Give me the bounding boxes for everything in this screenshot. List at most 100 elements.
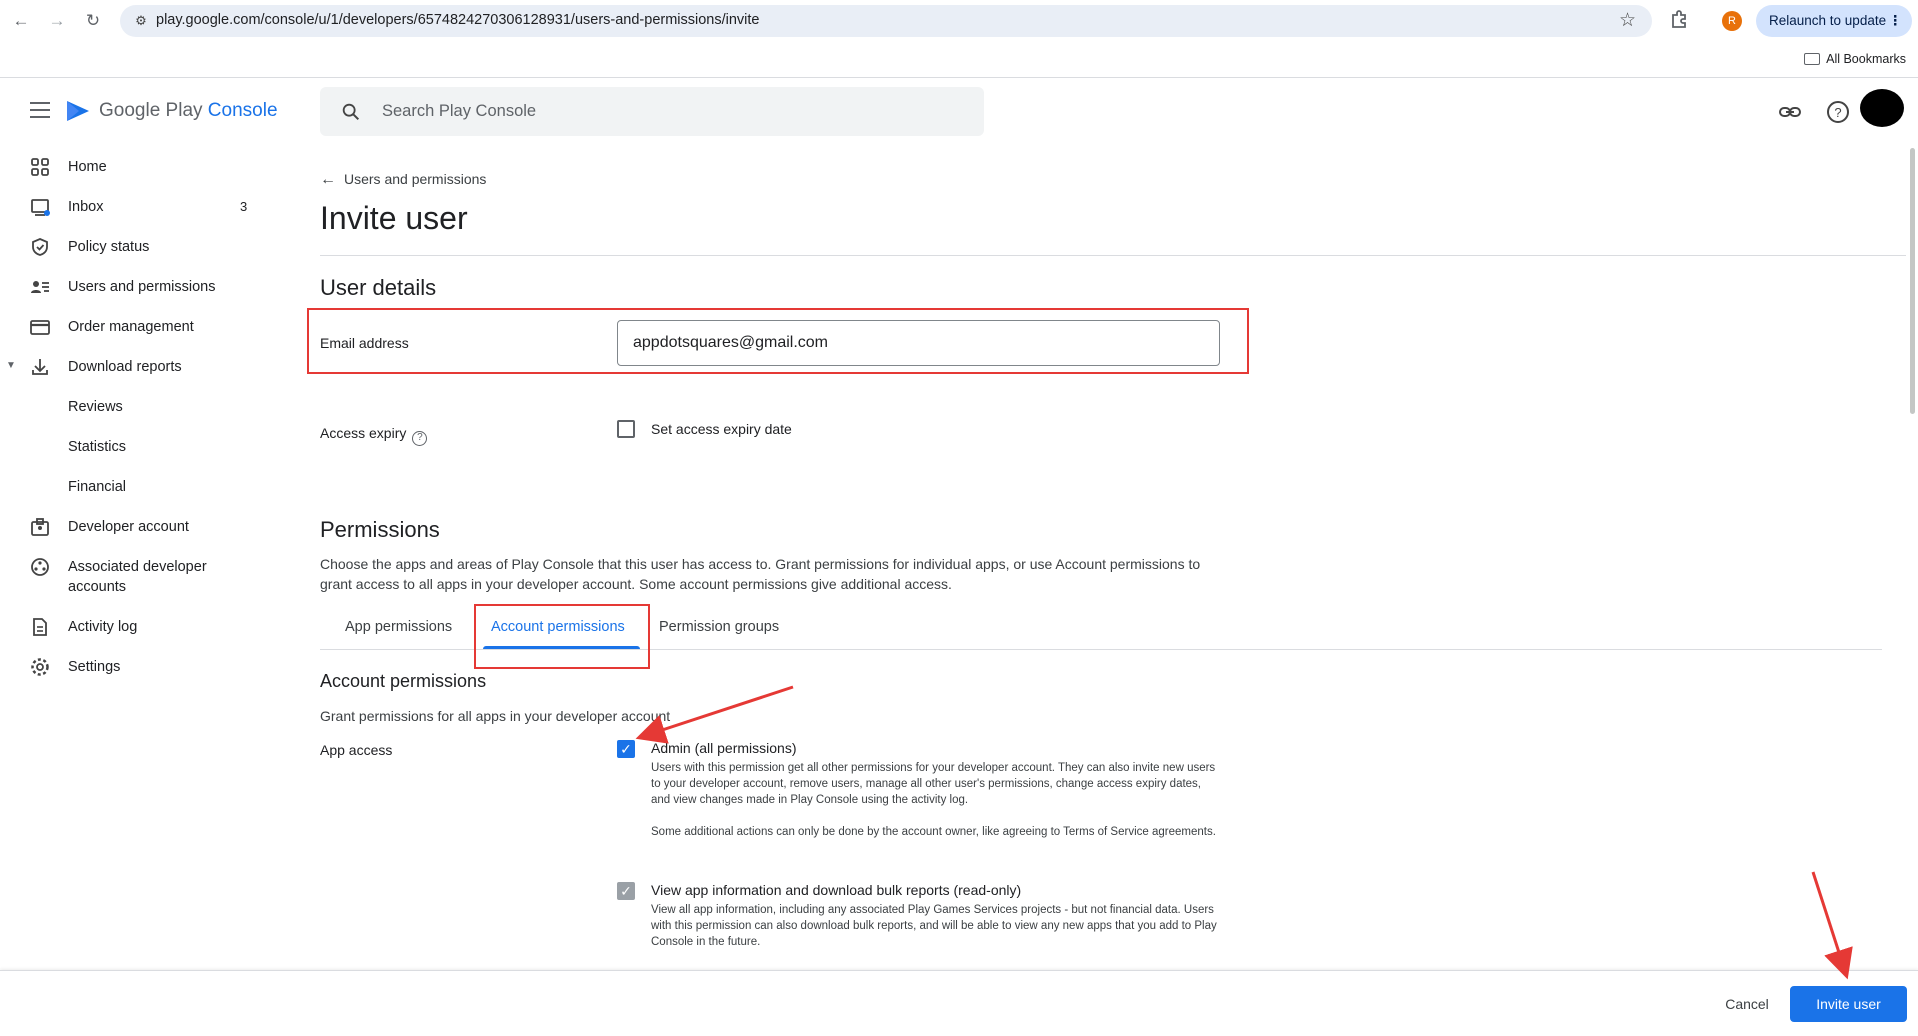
annotation-highlight-tab: [474, 604, 650, 669]
url-text: play.google.com/console/u/1/developers/6…: [156, 12, 760, 28]
help-circle-icon[interactable]: ?: [412, 431, 428, 446]
sidebar-item-label: Download reports: [68, 359, 182, 375]
google-play-console-logo[interactable]: Google Play Console: [65, 98, 278, 124]
sidebar-item-home[interactable]: Home: [0, 153, 260, 183]
extensions-icon[interactable]: [1668, 8, 1692, 32]
sidebar-item-label: Settings: [68, 659, 121, 675]
permissions-description: Choose the apps and areas of Play Consol…: [320, 556, 1201, 592]
profile-avatar[interactable]: R: [1722, 11, 1742, 31]
sidebar-item-users-and-permissions[interactable]: Users and permissions: [0, 273, 260, 303]
view-app-info-checkbox[interactable]: ✓: [617, 882, 635, 900]
user-details-heading: User details: [320, 275, 437, 300]
browser-toolbar: ← → ↻ ⚙ play.google.com/console/u/1/deve…: [0, 0, 1918, 42]
forward-arrow-icon[interactable]: →: [46, 10, 68, 32]
relaunch-button[interactable]: Relaunch to update ⋮: [1756, 5, 1912, 37]
sidebar-item-label: Order management: [68, 319, 194, 335]
sidebar-item-label: Policy status: [68, 239, 150, 255]
account-permissions-heading: Account permissions: [320, 671, 487, 691]
search-bar[interactable]: Search Play Console: [320, 87, 984, 136]
hub-icon: [31, 558, 49, 576]
admin-checkbox[interactable]: ✓: [617, 740, 635, 758]
account-avatar[interactable]: [1860, 89, 1904, 127]
email-label: Email address: [320, 335, 409, 351]
sidebar-item-label: Developer account: [68, 519, 189, 535]
folder-icon: [1804, 53, 1821, 65]
badge-icon: [31, 518, 49, 536]
sidebar-item-developer-account[interactable]: Developer account: [0, 513, 260, 543]
sidebar-item-statistics[interactable]: Statistics: [0, 433, 260, 463]
access-expiry-label-text: Access expiry: [320, 425, 407, 441]
inbox-count-badge: 3: [240, 199, 248, 214]
account-permissions-description: Grant permissions for all apps in your d…: [320, 708, 671, 724]
email-field[interactable]: appdotsquares@gmail.com: [617, 320, 1220, 366]
sidebar-item-label: Users and permissions: [68, 279, 216, 295]
sidebar-item-associated-developer-accounts[interactable]: Associated developer accounts: [0, 553, 260, 597]
back-to-users-link[interactable]: ← Users and permissions: [320, 171, 486, 189]
annotation-arrow-invite: [1811, 871, 1853, 980]
relaunch-label: Relaunch to update: [1769, 13, 1887, 28]
users-icon: [31, 281, 49, 293]
tab-app-permissions[interactable]: App permissions: [345, 619, 452, 635]
grid-icon: [31, 158, 49, 176]
bookmark-star-icon[interactable]: ☆: [1619, 9, 1636, 32]
access-expiry-label: Access expiry?: [320, 425, 428, 446]
sidebar-item-download-reports[interactable]: ▼ Download reports: [0, 353, 260, 383]
sidebar-item-label: Financial: [68, 479, 127, 495]
search-placeholder: Search Play Console: [382, 102, 537, 120]
sidebar-item-financial[interactable]: Financial: [0, 473, 260, 503]
scrollbar-thumb[interactable]: [1910, 148, 1915, 414]
bookmarks-bar: All Bookmarks: [0, 42, 1918, 78]
sidebar-item-label: Inbox: [68, 199, 104, 215]
back-link-label: Users and permissions: [344, 171, 487, 187]
sidebar-item-settings[interactable]: Settings: [0, 653, 260, 683]
search-icon: [342, 103, 360, 121]
divider: [320, 255, 1906, 256]
action-footer: [0, 970, 1918, 1036]
address-bar[interactable]: ⚙ play.google.com/console/u/1/developers…: [120, 5, 1652, 37]
admin-permission-title: Admin (all permissions): [651, 740, 797, 756]
annotation-arrows: [635, 685, 1853, 980]
tab-permission-groups[interactable]: Permission groups: [659, 619, 779, 635]
back-arrow-icon: ←: [320, 171, 336, 188]
shield-icon: [32, 238, 48, 256]
site-info-icon[interactable]: ⚙: [132, 12, 150, 30]
sidebar-item-label-line2: accounts: [68, 579, 127, 595]
link-icon[interactable]: [1777, 99, 1803, 125]
logo-console: Console: [207, 100, 278, 121]
app-access-label: App access: [320, 742, 393, 758]
access-expiry-checkbox[interactable]: [617, 420, 635, 438]
card-icon: [30, 320, 50, 335]
sidebar-item-label: Activity log: [68, 619, 138, 635]
sidebar-item-label: Home: [68, 159, 107, 175]
inbox-icon: [31, 199, 50, 216]
reload-icon[interactable]: ↻: [82, 10, 104, 32]
sidebar-item-label: Associated developer: [68, 559, 207, 575]
admin-permission-note: Some additional actions can only be done…: [651, 826, 1216, 838]
help-icon[interactable]: ?: [1825, 99, 1851, 125]
admin-permission-description: Users with this permission get all other…: [651, 762, 1216, 806]
sidebar-item-order-management[interactable]: Order management: [0, 313, 260, 343]
play-logo-icon: [67, 101, 89, 121]
sidebar-item-policy-status[interactable]: Policy status: [0, 233, 260, 263]
view-app-info-title: View app information and download bulk r…: [651, 882, 1022, 898]
document-icon: [33, 618, 47, 636]
sidebar-item-inbox[interactable]: Inbox 3: [0, 193, 260, 223]
more-vert-icon[interactable]: ⋮: [1889, 5, 1903, 37]
all-bookmarks-button[interactable]: All Bookmarks: [1804, 52, 1906, 66]
download-icon: [32, 359, 48, 375]
sidebar-item-reviews[interactable]: Reviews: [0, 393, 260, 423]
expand-caret-icon[interactable]: ▼: [6, 360, 16, 371]
all-bookmarks-label: All Bookmarks: [1826, 52, 1906, 66]
cancel-button[interactable]: Cancel: [1710, 986, 1784, 1022]
gear-icon: [31, 658, 49, 676]
invite-user-button[interactable]: Invite user: [1790, 986, 1907, 1022]
sidebar-item-label: Statistics: [68, 439, 127, 455]
back-arrow-icon[interactable]: ←: [10, 10, 32, 32]
sidebar-item-label: Reviews: [68, 399, 123, 415]
menu-icon[interactable]: [30, 102, 50, 118]
sidebar-item-activity-log[interactable]: Activity log: [0, 613, 260, 643]
svg-text:?: ?: [1834, 105, 1841, 120]
page-title: Invite user: [320, 200, 468, 236]
view-app-info-description: View all app information, including any …: [651, 904, 1217, 948]
access-expiry-checkbox-label: Set access expiry date: [651, 421, 792, 437]
